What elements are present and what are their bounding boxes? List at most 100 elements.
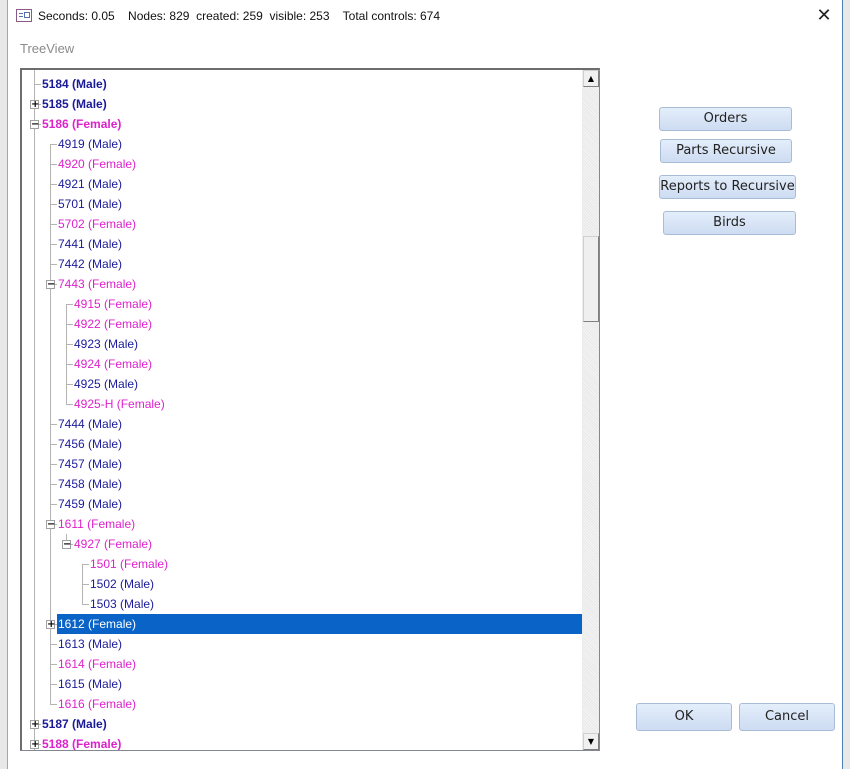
tree-node[interactable]: 1615 (Male) <box>57 674 123 694</box>
tree-node[interactable]: 5184 (Male) <box>41 74 108 94</box>
tree-connector <box>50 444 57 445</box>
tree-node-label[interactable]: 5184 (Male) <box>41 77 108 91</box>
title-bar: Seconds: 0.05 Nodes: 829 created: 259 vi… <box>8 0 842 32</box>
tree-node-label[interactable]: 4923 (Male) <box>73 337 139 351</box>
tree-connector <box>50 644 57 645</box>
tree-node[interactable]: 7457 (Male) <box>57 454 123 474</box>
tree-node-label[interactable]: 7457 (Male) <box>57 457 123 471</box>
tree-node-label[interactable]: 1616 (Female) <box>57 697 137 711</box>
tree-node-label[interactable]: 5187 (Male) <box>41 717 108 731</box>
tree-node-label[interactable]: 4924 (Female) <box>73 357 153 371</box>
tree-node[interactable]: 7459 (Male) <box>57 494 123 514</box>
tree-node[interactable]: 1611 (Female) <box>57 514 136 534</box>
tree-node[interactable]: 7443 (Female) <box>57 274 137 294</box>
reports-to-recursive-button[interactable]: Reports to Recursive <box>659 175 796 199</box>
tree-connector <box>50 464 51 484</box>
tree-node[interactable]: 7458 (Male) <box>57 474 123 494</box>
expand-icon[interactable]: + <box>30 720 39 730</box>
expand-icon[interactable]: + <box>46 620 55 630</box>
tree-node[interactable]: 4921 (Male) <box>57 174 123 194</box>
vertical-scrollbar[interactable]: ▲ ▼ <box>582 70 599 750</box>
tree-connector <box>50 484 57 485</box>
tree-node[interactable]: 5185 (Male) <box>41 94 108 114</box>
expand-icon[interactable]: + <box>30 100 39 110</box>
tree-node[interactable]: 1614 (Female) <box>57 654 137 674</box>
orders-button[interactable]: Orders <box>659 107 792 131</box>
collapse-icon[interactable]: − <box>46 280 55 290</box>
tree-node[interactable]: 4922 (Female) <box>73 314 153 334</box>
tree-node[interactable]: 4927 (Female) <box>73 534 153 554</box>
tree-connector <box>50 164 51 184</box>
tree-node-label[interactable]: 7441 (Male) <box>57 237 123 251</box>
tree-node[interactable]: 1616 (Female) <box>57 694 137 714</box>
tree-node[interactable]: 5701 (Male) <box>57 194 123 214</box>
scroll-up-button[interactable]: ▲ <box>583 70 599 87</box>
tree-node[interactable]: 4919 (Male) <box>57 134 123 154</box>
birds-button[interactable]: Birds <box>663 211 796 235</box>
collapse-icon[interactable]: − <box>62 540 71 550</box>
tree-node-label[interactable]: 1612 (Female) <box>57 617 137 631</box>
tree-node-label[interactable]: 7459 (Male) <box>57 497 123 511</box>
tree-node-label[interactable]: 5701 (Male) <box>57 197 123 211</box>
tree-node-label[interactable]: 5185 (Male) <box>41 97 108 111</box>
tree-node-label[interactable]: 1611 (Female) <box>57 517 136 531</box>
tree-node-label[interactable]: 7442 (Male) <box>57 257 123 271</box>
collapse-icon[interactable]: − <box>30 120 39 130</box>
ok-button[interactable]: OK <box>636 703 732 731</box>
tree-node-label[interactable]: 4921 (Male) <box>57 177 123 191</box>
expand-icon[interactable]: + <box>30 740 39 750</box>
tree-node-label[interactable]: 4927 (Female) <box>73 537 153 551</box>
parts-recursive-button[interactable]: Parts Recursive <box>660 139 792 163</box>
tree-node[interactable]: 1501 (Female) <box>89 554 169 574</box>
tree-connector <box>66 384 73 385</box>
tree-node-label[interactable]: 4922 (Female) <box>73 317 153 331</box>
tree-node[interactable]: 4925-H (Female) <box>73 394 166 414</box>
tree-node-label[interactable]: 7443 (Female) <box>57 277 137 291</box>
tree-connector <box>66 324 73 325</box>
form-icon <box>16 9 32 22</box>
tree-connector <box>50 144 57 145</box>
cancel-button[interactable]: Cancel <box>739 703 835 731</box>
tree-node-label[interactable]: 1613 (Male) <box>57 637 123 651</box>
tree-node[interactable]: 7444 (Male) <box>57 414 123 434</box>
tree-node[interactable]: 4920 (Female) <box>57 154 137 174</box>
tree-node-label[interactable]: 1614 (Female) <box>57 657 137 671</box>
tree-node[interactable]: 1613 (Male) <box>57 634 123 654</box>
tree-node[interactable]: 4915 (Female) <box>73 294 153 314</box>
tree-node-label[interactable]: 7456 (Male) <box>57 437 123 451</box>
tree-node[interactable]: 5187 (Male) <box>41 714 108 734</box>
tree-node-label[interactable]: 1501 (Female) <box>89 557 169 571</box>
tree-node-label[interactable]: 4925-H (Female) <box>73 397 166 411</box>
tree-node[interactable]: 5188 (Female) <box>41 734 122 750</box>
tree-node-label[interactable]: 4920 (Female) <box>57 157 137 171</box>
tree-node[interactable]: 5702 (Female) <box>57 214 137 234</box>
tree-node-label[interactable]: 5186 (Female) <box>41 117 122 131</box>
close-button[interactable]: ✕ <box>812 4 836 28</box>
tree-node[interactable]: 7441 (Male) <box>57 234 123 254</box>
collapse-icon[interactable]: − <box>46 520 55 530</box>
tree-node[interactable]: 4924 (Female) <box>73 354 153 374</box>
tree-node[interactable]: 1612 (Female) <box>57 614 582 634</box>
tree-node-label[interactable]: 1615 (Male) <box>57 677 123 691</box>
tree-node[interactable]: 4925 (Male) <box>73 374 139 394</box>
tree-node-label[interactable]: 1503 (Male) <box>89 597 155 611</box>
scroll-thumb[interactable] <box>583 236 599 322</box>
tree-node-label[interactable]: 5702 (Female) <box>57 217 137 231</box>
window-title: Seconds: 0.05 Nodes: 829 created: 259 vi… <box>38 9 441 23</box>
tree-node-label[interactable]: 7458 (Male) <box>57 477 123 491</box>
tree-node-label[interactable]: 4915 (Female) <box>73 297 153 311</box>
tree-node-label[interactable]: 5188 (Female) <box>41 737 122 750</box>
tree-node-label[interactable]: 4919 (Male) <box>57 137 123 151</box>
tree-node[interactable]: 1502 (Male) <box>89 574 155 594</box>
tree-node[interactable]: 1503 (Male) <box>89 594 155 614</box>
tree-node[interactable]: 7442 (Male) <box>57 254 123 274</box>
tree-node-label[interactable]: 1502 (Male) <box>89 577 155 591</box>
treeview[interactable]: 5184 (Male) 5185 (Male) +5186 (Female) −491… <box>20 68 600 751</box>
tree-node-label[interactable]: 4925 (Male) <box>73 377 139 391</box>
tree-node[interactable]: 5186 (Female) <box>41 114 122 134</box>
scroll-down-button[interactable]: ▼ <box>583 733 599 750</box>
tree-node[interactable]: 7456 (Male) <box>57 434 123 454</box>
tree-node[interactable]: 4923 (Male) <box>73 334 139 354</box>
tree-connector <box>50 184 51 204</box>
tree-node-label[interactable]: 7444 (Male) <box>57 417 123 431</box>
